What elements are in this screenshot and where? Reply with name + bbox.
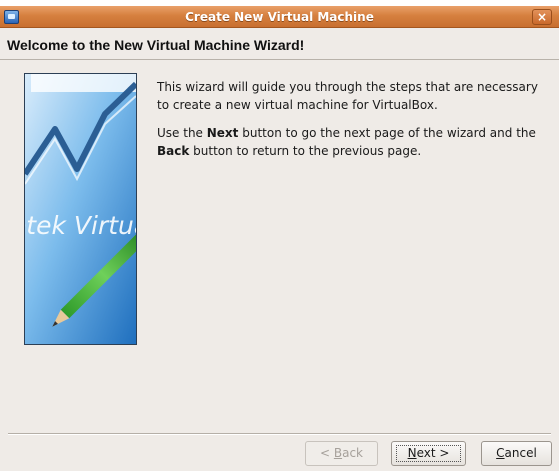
back-button[interactable]: < Back [305,441,378,466]
paragraph-text: button to go the next page of the wizard… [238,126,536,140]
window-titlebar[interactable]: Create New Virtual Machine × [0,6,559,28]
page-title: Welcome to the New Virtual Machine Wizar… [7,37,305,53]
wizard-banner-graphic: otek Virtua [25,74,136,344]
next-button[interactable]: Next > [391,441,466,466]
back-prefix: < [319,446,334,460]
wizard-header: Welcome to the New Virtual Machine Wizar… [0,29,559,60]
cancel-label: ancel [504,446,537,460]
back-mnemonic: B [333,446,343,460]
button-separator [8,433,551,435]
next-keyword: Next [206,126,239,140]
watermark-text: otek Virtua [25,211,136,240]
intro-paragraph: This wizard will guide you through the s… [157,80,538,112]
close-button[interactable]: × [532,9,552,25]
paragraph-text: button to return to the previous page. [189,144,422,158]
navigation-paragraph: Use the Next button to go the next page … [157,124,547,160]
cancel-mnemonic: C [496,446,505,460]
window-title: Create New Virtual Machine [185,10,374,24]
next-label: ext > [416,446,450,460]
next-mnemonic: N [407,446,417,460]
back-label: ack [342,446,363,460]
wizard-side-image: otek Virtua [24,73,137,345]
paragraph-text: Use the [157,126,207,140]
back-keyword: Back [157,144,190,158]
cancel-button[interactable]: Cancel [481,441,552,466]
